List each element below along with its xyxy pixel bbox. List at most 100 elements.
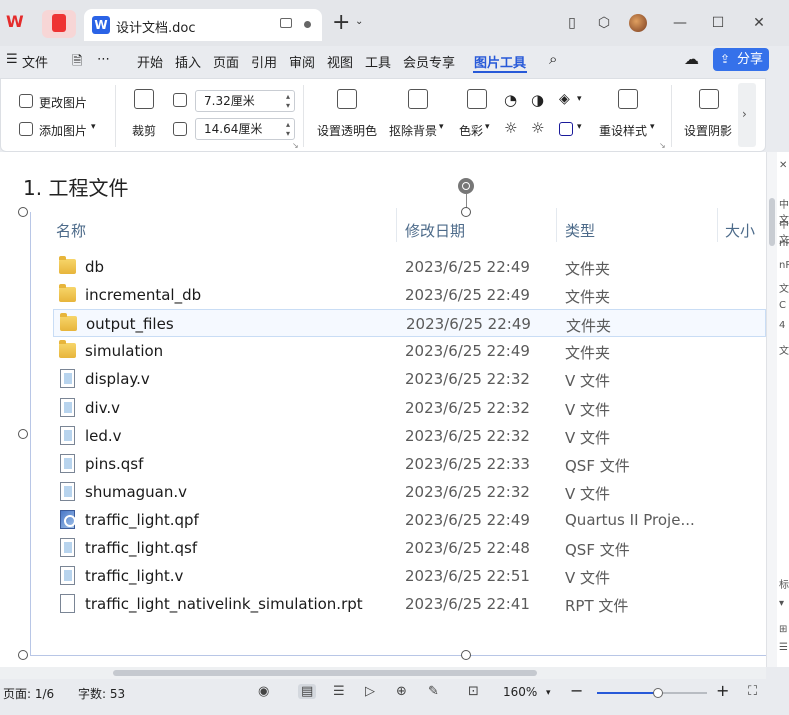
sidebar-toggle-icon[interactable]: ▯ xyxy=(563,14,581,32)
menu-tools[interactable]: 工具 xyxy=(365,52,391,71)
ribbon-scroll-right-button[interactable]: › xyxy=(738,83,756,147)
crop-button[interactable]: 裁剪 xyxy=(132,122,156,139)
minimize-icon[interactable]: — xyxy=(671,14,689,32)
maximize-icon[interactable]: ☐ xyxy=(709,14,727,32)
menu-insert[interactable]: 插入 xyxy=(175,52,201,71)
menu-home[interactable]: 开始 xyxy=(137,52,163,71)
tab-list-chevron-icon[interactable]: ⌄ xyxy=(355,16,363,27)
set-transparent-button[interactable]: 设置透明色 xyxy=(317,122,377,139)
zoom-level[interactable]: 160% xyxy=(503,685,537,699)
file-row[interactable]: shumaguan.v 2023/6/25 22:32 V 文件 xyxy=(53,478,766,506)
file-row[interactable]: traffic_light.qsf 2023/6/25 22:48 QSF 文件 xyxy=(53,534,766,562)
contrast-down-icon[interactable]: ☼ xyxy=(531,119,544,137)
save-icon[interactable]: 🗎 xyxy=(72,52,82,74)
section-heading[interactable]: 1. 工程文件 xyxy=(23,172,128,201)
horizontal-scrollbar[interactable] xyxy=(0,667,766,679)
zoom-dropdown-chevron-icon[interactable]: ▾ xyxy=(546,688,551,698)
border-color-chevron-icon[interactable]: ▾ xyxy=(577,122,582,132)
file-row[interactable]: pins.qsf 2023/6/25 22:33 QSF 文件 xyxy=(53,450,766,478)
add-picture-button[interactable]: 添加图片 xyxy=(39,122,87,139)
file-row[interactable]: output_files 2023/6/25 22:49 文件夹 xyxy=(53,309,766,338)
menu-review[interactable]: 审阅 xyxy=(289,52,315,71)
cloud-icon[interactable]: ☁ xyxy=(684,50,699,68)
reset-style-chevron-icon[interactable]: ▾ xyxy=(650,122,655,132)
reset-style-button[interactable]: 重设样式 xyxy=(599,122,647,139)
resize-handle-bottom[interactable] xyxy=(461,650,471,660)
resize-handle-bottom-left[interactable] xyxy=(18,650,28,660)
file-row[interactable]: traffic_light_nativelink_simulation.rpt 2… xyxy=(53,590,766,618)
file-row[interactable]: div.v 2023/6/25 22:32 V 文件 xyxy=(53,394,766,422)
pen-icon[interactable]: ✎ xyxy=(428,684,439,699)
height-input[interactable]: 7.32厘米 ▴ ▾ xyxy=(195,90,295,112)
zoom-slider[interactable] xyxy=(597,688,707,698)
style-dialog-launcher-icon[interactable]: ↘ xyxy=(659,141,666,150)
document-page[interactable]: 1. 工程文件 名称 修改日期 类型 大小 db 2023/6/25 22:49 文… xyxy=(0,152,766,667)
resize-handle-top-left[interactable] xyxy=(18,207,28,217)
list-icon[interactable]: ☰ xyxy=(779,642,788,653)
brightness-down-icon[interactable]: ◑ xyxy=(531,91,544,109)
fullscreen-icon[interactable]: ⛶ xyxy=(748,684,757,699)
menu-view[interactable]: 视图 xyxy=(327,52,353,71)
eye-protection-icon[interactable]: ◉ xyxy=(258,684,269,699)
close-icon[interactable]: ✕ xyxy=(750,14,768,32)
windows-icon[interactable]: ⊞ xyxy=(779,624,787,635)
zoom-in-icon[interactable]: + xyxy=(716,681,729,700)
file-row[interactable]: incremental_db 2023/6/25 22:49 文件夹 xyxy=(53,281,766,309)
menu-member[interactable]: 会员专享 xyxy=(403,52,455,71)
share-button[interactable]: ⇪ 分享 xyxy=(713,48,769,71)
document-tab[interactable]: W 设计文档.doc xyxy=(84,9,322,41)
brightness-up-icon[interactable]: ◔ xyxy=(504,91,517,109)
scroll-down-icon[interactable]: ▾ xyxy=(779,598,784,609)
file-explorer-image[interactable]: 名称 修改日期 类型 大小 db 2023/6/25 22:49 文件夹 increm… xyxy=(31,208,766,655)
file-row[interactable]: db 2023/6/25 22:49 文件夹 xyxy=(53,253,766,281)
rotate-handle-icon[interactable] xyxy=(458,178,474,194)
fill-color-chevron-icon[interactable]: ▾ xyxy=(577,94,582,104)
zoom-slider-knob[interactable] xyxy=(652,688,663,698)
set-shadow-button[interactable]: 设置阴影 xyxy=(684,122,732,139)
page-indicator[interactable]: 页面: 1/6 xyxy=(3,685,54,702)
menu-references[interactable]: 引用 xyxy=(251,52,277,71)
color-chevron-icon[interactable]: ▾ xyxy=(485,122,490,132)
file-row[interactable]: traffic_light.qpf 2023/6/25 22:49 Quartus … xyxy=(53,506,766,534)
width-input[interactable]: 14.64厘米 ▴ ▾ xyxy=(195,118,295,140)
border-color-icon[interactable] xyxy=(559,122,573,136)
change-picture-button[interactable]: 更改图片 xyxy=(39,94,87,111)
resize-handle-top[interactable] xyxy=(461,207,471,217)
add-picture-chevron-icon[interactable]: ▾ xyxy=(91,122,96,132)
wps-logo-icon[interactable]: W xyxy=(0,10,34,38)
user-avatar[interactable] xyxy=(629,14,647,32)
close-icon[interactable]: ✕ xyxy=(779,160,787,171)
page-view-icon[interactable]: ▤ xyxy=(298,684,317,699)
color-button[interactable]: 色彩 xyxy=(459,122,483,139)
word-count[interactable]: 字数: 53 xyxy=(78,685,125,702)
remove-background-button[interactable]: 抠除背景 xyxy=(389,122,437,139)
hamburger-menu-icon[interactable]: ☰ xyxy=(6,52,18,67)
zoom-out-icon[interactable]: − xyxy=(570,681,583,700)
remove-background-chevron-icon[interactable]: ▾ xyxy=(439,122,444,132)
web-view-icon[interactable]: ⊕ xyxy=(396,684,407,699)
new-tab-button[interactable]: + xyxy=(332,10,350,35)
resize-handle-left[interactable] xyxy=(18,429,28,439)
file-row[interactable]: traffic_light.v 2023/6/25 22:51 V 文件 xyxy=(53,562,766,590)
fill-color-icon[interactable]: ◈ xyxy=(559,91,570,107)
pdf-app-icon[interactable] xyxy=(42,10,76,38)
horizontal-scrollbar-thumb[interactable] xyxy=(113,670,537,676)
file-row[interactable]: simulation 2023/6/25 22:49 文件夹 xyxy=(53,337,766,365)
file-row[interactable]: led.v 2023/6/25 22:32 V 文件 xyxy=(53,422,766,450)
more-icon[interactable]: ⋯ xyxy=(97,52,110,67)
monitor-icon[interactable] xyxy=(280,18,292,28)
contrast-up-icon[interactable]: ☼ xyxy=(504,119,517,137)
crop-icon[interactable] xyxy=(134,89,154,109)
spin-arrows-icon[interactable]: ▴ ▾ xyxy=(286,120,290,138)
vertical-scrollbar[interactable] xyxy=(767,152,777,667)
spin-arrows-icon[interactable]: ▴ ▾ xyxy=(286,92,290,110)
cube-icon[interactable]: ⬡ xyxy=(595,14,613,32)
menu-file[interactable]: 文件 xyxy=(22,52,48,71)
outline-view-icon[interactable]: ☰ xyxy=(333,684,345,699)
search-icon[interactable]: ⌕ xyxy=(549,50,557,68)
fit-page-icon[interactable]: ⊡ xyxy=(468,684,479,699)
play-icon[interactable]: ▷ xyxy=(365,684,375,699)
menu-picture-tools[interactable]: 图片工具 xyxy=(474,52,526,71)
unsaved-dot-icon[interactable] xyxy=(304,21,311,28)
vertical-scrollbar-thumb[interactable] xyxy=(769,198,775,246)
